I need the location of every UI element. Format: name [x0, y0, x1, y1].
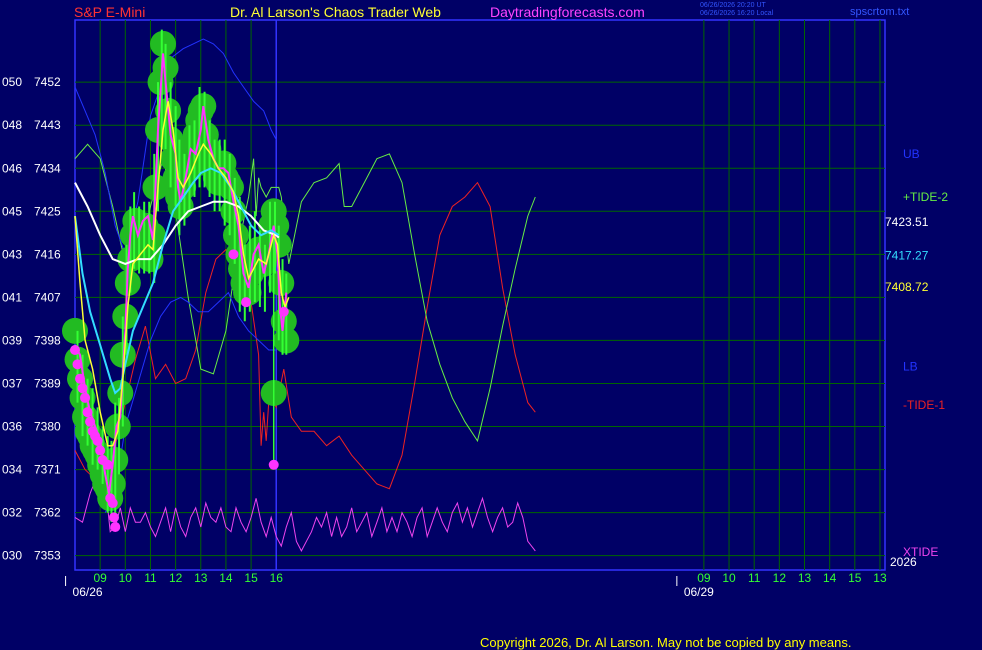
y-tick-label-left: 037 [2, 376, 22, 390]
y-tick-label-price: 7389 [34, 376, 61, 390]
y-tick-label-left: 045 [2, 204, 22, 218]
x-tick-label: 13 [873, 571, 887, 585]
x-tick-label: 13 [798, 571, 812, 585]
y-tick-label-price: 7362 [34, 506, 61, 520]
date-label: 06/29 [684, 585, 714, 599]
timestamp-local: 06/26/2026 16:20 Local [700, 10, 774, 17]
y-tick-label-left: 048 [2, 118, 22, 132]
right-label: UB [903, 147, 920, 161]
magenta-dot [82, 407, 93, 418]
y-tick-label-left: 032 [2, 506, 22, 520]
magenta-dot [228, 249, 239, 260]
y-tick-label-left: 041 [2, 290, 22, 304]
site-url[interactable]: Daytradingforecasts.com [490, 4, 645, 20]
x-tick-label: 12 [773, 571, 787, 585]
x-tick-label: 11 [144, 571, 157, 585]
y-tick-label-price: 7353 [34, 549, 61, 563]
y-tick-label-price: 7398 [34, 333, 61, 347]
magenta-dot [77, 383, 88, 394]
y-tick-label-left: 046 [2, 161, 22, 175]
magenta-dot [72, 359, 83, 370]
y-tick-label-price: 7371 [34, 463, 61, 477]
instrument-title: S&P E-Mini [74, 4, 146, 20]
right-label: 7423.51 [885, 215, 929, 229]
x-tick-label: 09 [697, 571, 711, 585]
y-tick-label-price: 7452 [34, 75, 61, 89]
magenta-dot [110, 521, 121, 532]
magenta-dot [70, 345, 80, 355]
magenta-dot [102, 459, 113, 470]
right-label: XTIDE [903, 545, 938, 559]
y-tick-label-left: 030 [2, 549, 22, 563]
y-tick-label-price: 7380 [34, 420, 61, 434]
data-file-name: spscrtom.txt [850, 6, 910, 18]
green-dot [150, 30, 177, 57]
magenta-dot [80, 392, 91, 403]
magenta-dot [241, 297, 252, 308]
x-tick-label: 16 [270, 571, 284, 585]
y-tick-label-left: 050 [2, 75, 22, 89]
x-tick-label: 14 [823, 571, 837, 585]
y-tick-label-left: 036 [2, 420, 22, 434]
magenta-dot [278, 306, 289, 317]
y-tick-label-price: 7425 [34, 204, 61, 218]
right-label: LB [903, 360, 918, 374]
date-label: 06/26 [73, 585, 103, 599]
y-tick-label-left: 039 [2, 333, 22, 347]
x-tick-label: 11 [748, 571, 761, 585]
site-title: Dr. Al Larson's Chaos Trader Web [230, 4, 441, 20]
right-label: +TIDE-2 [903, 190, 948, 204]
y-tick-label-left: 034 [2, 463, 22, 477]
magenta-dot [85, 416, 96, 427]
copyright-notice: Copyright 2026, Dr. Al Larson. May not b… [480, 635, 852, 650]
magenta-dot [75, 373, 86, 384]
x-tick-label: 14 [219, 571, 233, 585]
magenta-dot [268, 459, 279, 470]
y-tick-label-price: 7407 [34, 290, 61, 304]
x-tick-label: 09 [93, 571, 107, 585]
y-tick-label-left: 043 [2, 247, 22, 261]
x-tick-label: 13 [194, 571, 208, 585]
chart: 030 7353 032 7362 034 7371 036 7380 037 7389 039 73… [2, 19, 948, 599]
y-tick-label-price: 7434 [34, 161, 61, 175]
right-label: 7408.72 [885, 280, 929, 294]
x-tick-label: 10 [119, 571, 133, 585]
x-tick-label: 15 [848, 571, 862, 585]
y-tick-label-price: 7443 [34, 118, 61, 132]
x-tick-label: 15 [244, 571, 258, 585]
right-label: 7417.27 [885, 248, 929, 262]
magenta-dot [95, 445, 106, 456]
magenta-dot [107, 498, 118, 509]
timestamp-ut: 06/26/2026 20:20 UT [700, 2, 766, 9]
x-tick-label: 12 [169, 571, 183, 585]
y-tick-label-price: 7416 [34, 247, 61, 261]
right-label: -TIDE-1 [903, 398, 945, 412]
x-tick-label: 10 [722, 571, 736, 585]
magenta-dot [108, 512, 119, 523]
magenta-dot [92, 435, 103, 446]
